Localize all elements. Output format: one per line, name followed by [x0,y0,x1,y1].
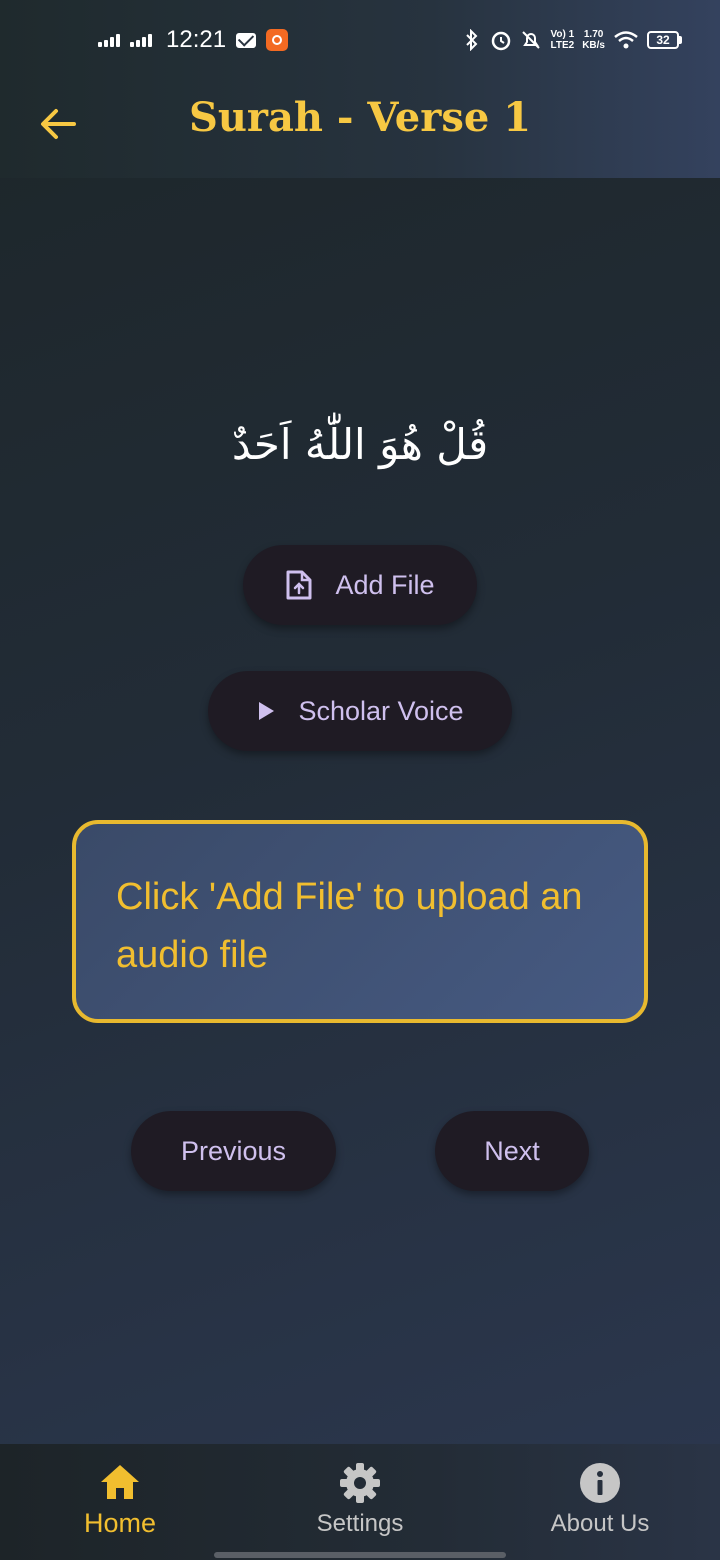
nav-label-about: About Us [550,1510,650,1537]
previous-button[interactable]: Previous [131,1111,336,1191]
network-indicator: Vo) 1 LTE2 [550,29,574,51]
battery-level: 32 [647,31,679,49]
nav-label-settings: Settings [316,1510,404,1537]
nav-item-about[interactable]: About Us [480,1444,720,1560]
info-message: Click 'Add File' to upload an audio file [116,876,583,976]
app-notification-icon [266,29,289,51]
mail-icon [236,32,257,48]
status-left: 12:21 [98,26,289,54]
battery-icon: 32 [647,31,682,49]
next-label: Next [484,1135,540,1166]
next-button[interactable]: Next [435,1111,589,1191]
info-message-box: Click 'Add File' to upload an audio file [72,820,648,1023]
signal-icon [130,33,152,47]
scholar-voice-label: Scholar Voice [298,695,464,726]
bottom-navigation: Home Settings About Us [0,1444,720,1560]
mute-bell-icon [522,31,541,49]
nav-label-home: Home [83,1508,157,1538]
volte-label: Vo) 1 [550,29,575,40]
nav-item-home[interactable]: Home [0,1444,240,1560]
previous-label: Previous [180,1135,287,1166]
network-type-label: LTE2 [550,40,575,51]
home-indicator [214,1552,506,1558]
gear-icon [340,1463,380,1503]
speed-indicator: 1.70 KB/s [582,29,605,51]
file-upload-icon [286,570,312,600]
page-title: Surah - Verse 1 [188,94,532,141]
add-file-label: Add File [335,569,435,600]
wifi-icon [614,31,638,49]
bluetooth-icon [466,29,478,51]
nav-item-settings[interactable]: Settings [240,1444,480,1560]
status-right: Vo) 1 LTE2 1.70 KB/s 32 [462,29,682,51]
speed-unit: KB/s [582,40,605,51]
status-time: 12:21 [166,26,227,53]
home-icon [101,1465,139,1499]
info-icon [580,1463,620,1503]
play-icon [259,702,275,720]
speed-value: 1.70 [583,29,604,40]
verse-text: قُلْ هُوَ اللّٰهُ اَحَدٌ [231,420,489,469]
alarm-icon [492,31,511,51]
add-file-button[interactable]: Add File [243,545,477,625]
signal-icon [98,33,120,47]
scholar-voice-button[interactable]: Scholar Voice [208,671,512,751]
